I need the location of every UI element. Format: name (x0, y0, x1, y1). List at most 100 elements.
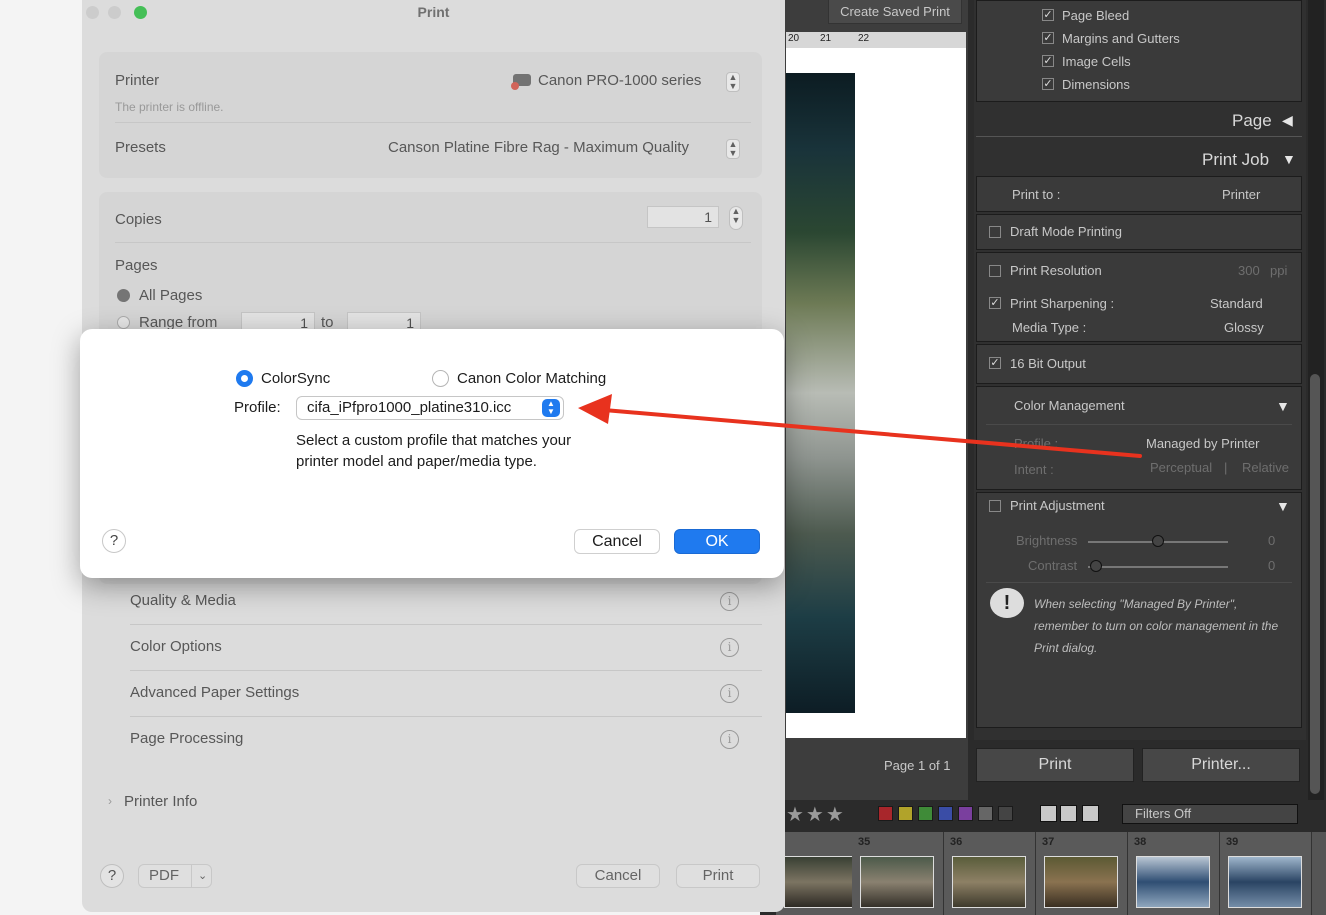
color-management-note: When selecting "Managed By Printer", rem… (1034, 597, 1279, 655)
loupe-view-icon[interactable] (1060, 805, 1077, 822)
thumbnail[interactable] (1044, 856, 1118, 908)
guide-label: Dimensions (1062, 77, 1130, 92)
resolution-value: 300 (1238, 263, 1260, 278)
printer-button[interactable]: Printer... (1142, 748, 1300, 782)
ruler: 20 21 22 (786, 32, 966, 48)
warning-icon: ! (990, 588, 1024, 618)
intent-relative[interactable]: Relative (1242, 460, 1289, 475)
expand-down-icon[interactable]: ▼ (1276, 498, 1290, 514)
popup-arrows-icon[interactable]: ▲ ▼ (542, 399, 560, 417)
frame-number: 38 (1134, 836, 1147, 848)
color-label-blue[interactable] (938, 806, 953, 821)
grid-view-icon[interactable] (1040, 805, 1057, 822)
ruler-tick-label: 22 (858, 33, 870, 44)
colorsync-label: ColorSync (261, 370, 331, 387)
print-resolution-checkbox[interactable] (989, 265, 1001, 277)
print-to-dropdown[interactable]: Printer (1222, 187, 1260, 202)
thumbnail[interactable] (1228, 856, 1302, 908)
print-adjustment-header[interactable]: Print Adjustment (1010, 498, 1105, 513)
print-job-header[interactable]: Print Job (1202, 150, 1269, 170)
filmstrip-cell[interactable]: 36 (944, 832, 1036, 915)
thumbnail[interactable] (784, 856, 858, 908)
print-resolution-label: Print Resolution (1010, 263, 1102, 278)
expand-down-icon[interactable]: ▼ (1282, 151, 1296, 167)
filmstrip-cell[interactable]: 39 (1220, 832, 1312, 915)
guide-checkbox[interactable]: ✓ (1042, 78, 1054, 90)
profile-popup[interactable]: cifa_iPfpro1000_platine310.icc ▲ ▼ (296, 396, 564, 420)
ruler-tick-label: 21 (820, 33, 832, 44)
print-to-label: Print to : (1012, 187, 1061, 202)
right-panel: ✓ Page Bleed ✓ Margins and Gutters ✓ Ima… (974, 0, 1306, 740)
filters-dropdown[interactable]: Filters Off (1122, 804, 1298, 824)
print-button[interactable]: Print (976, 748, 1134, 782)
help-button[interactable]: ? (102, 529, 126, 553)
profile-label: Profile: (234, 399, 281, 416)
contrast-value: 0 (1268, 558, 1276, 573)
sharpening-dropdown[interactable]: Standard (1210, 296, 1263, 311)
profile-value: cifa_iPfpro1000_platine310.icc (307, 399, 512, 416)
cancel-button[interactable]: Cancel (574, 529, 660, 554)
draft-mode-checkbox[interactable] (989, 226, 1001, 238)
photo-preview (786, 73, 855, 713)
create-saved-print-button[interactable]: Create Saved Print (828, 0, 962, 24)
thumbnail[interactable] (1136, 856, 1210, 908)
bit-output-checkbox[interactable]: ✓ (989, 357, 1001, 369)
profile-label: Profile : (1014, 436, 1059, 451)
color-label-green[interactable] (918, 806, 933, 821)
color-label-none[interactable] (978, 806, 993, 821)
filmstrip: 35 36 37 38 39 (776, 832, 1326, 915)
rating-filter-stars[interactable]: ★★★ (786, 802, 846, 827)
intent-perceptual[interactable]: Perceptual (1150, 460, 1212, 475)
ok-button[interactable]: OK (674, 529, 760, 554)
guide-checkbox[interactable]: ✓ (1042, 32, 1054, 44)
profile-dropdown[interactable]: Managed by Printer (1146, 436, 1259, 451)
expand-down-icon[interactable]: ▼ (1276, 398, 1290, 414)
guide-label: Page Bleed (1062, 8, 1130, 23)
frame-number: 36 (950, 836, 963, 848)
print-sharpening-checkbox[interactable]: ✓ (989, 297, 1001, 309)
profile-description-line1: Select a custom profile that matches you… (296, 432, 572, 449)
filters-label: Filters Off (1135, 806, 1192, 821)
print-adjustment-checkbox[interactable] (989, 500, 1001, 512)
brightness-value: 0 (1268, 533, 1276, 548)
guide-label: Margins and Gutters (1062, 31, 1180, 46)
guide-checkbox[interactable]: ✓ (1042, 55, 1054, 67)
color-label-purple[interactable] (958, 806, 973, 821)
color-label-red[interactable] (878, 806, 893, 821)
filmstrip-cell[interactable]: 37 (1036, 832, 1128, 915)
contrast-slider[interactable] (1088, 566, 1228, 568)
guides-box (976, 0, 1302, 102)
frame-number: 37 (1042, 836, 1055, 848)
page-info: Page 1 of 1 (884, 758, 951, 773)
scrollbar-thumb[interactable] (1310, 374, 1320, 794)
brightness-slider-knob[interactable] (1152, 535, 1164, 547)
canon-color-matching-label: Canon Color Matching (457, 370, 607, 387)
resolution-unit: ppi (1270, 263, 1288, 278)
color-management-header[interactable]: Color Management (1014, 398, 1125, 413)
color-label-yellow[interactable] (898, 806, 913, 821)
filmstrip-cell[interactable]: 38 (1128, 832, 1220, 915)
contrast-slider-knob[interactable] (1090, 560, 1102, 572)
colorsync-radio[interactable] (236, 370, 253, 387)
frame-number: 39 (1226, 836, 1239, 848)
compare-view-icon[interactable] (1082, 805, 1099, 822)
color-label-other[interactable] (998, 806, 1013, 821)
ruler-tick-label: 20 (788, 33, 800, 44)
media-type-dropdown[interactable]: Glossy (1224, 320, 1264, 335)
print-sharpening-label: Print Sharpening : (1010, 296, 1115, 311)
filmstrip-cell[interactable]: 35 (852, 832, 944, 915)
thumbnail[interactable] (952, 856, 1026, 908)
bit-output-label: 16 Bit Output (1010, 356, 1086, 371)
collapse-left-icon[interactable]: ◀ (1282, 112, 1293, 129)
intent-label: Intent : (1014, 462, 1054, 477)
thumbnail[interactable] (860, 856, 934, 908)
intent-separator: | (1224, 460, 1228, 475)
draft-mode-label: Draft Mode Printing (1010, 224, 1122, 239)
guide-label: Image Cells (1062, 54, 1131, 69)
color-matching-dialog: ColorSync Canon Color Matching Profile: … (80, 329, 784, 578)
profile-description-line2: printer model and paper/media type. (296, 453, 537, 470)
canon-color-matching-radio[interactable] (432, 370, 449, 387)
frame-number: 35 (858, 836, 871, 848)
page-panel-header[interactable]: Page (1232, 111, 1272, 131)
guide-checkbox[interactable]: ✓ (1042, 9, 1054, 21)
